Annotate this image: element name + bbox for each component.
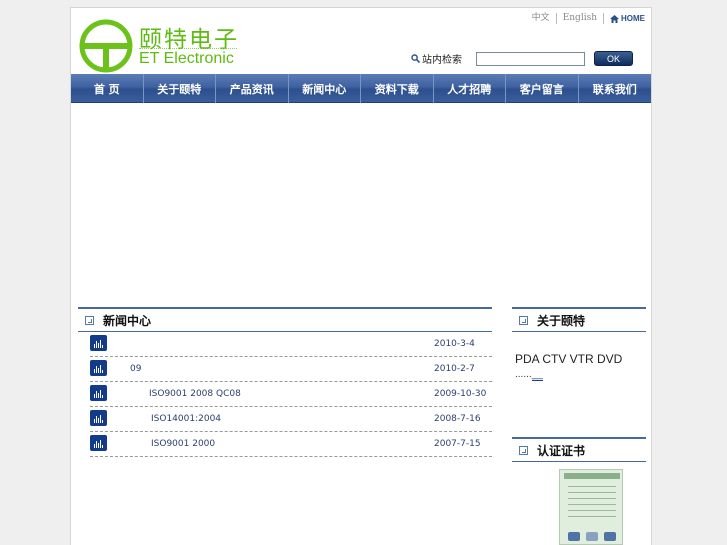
list-item[interactable]: ISO9001 2008 QC08 2009-10-30 <box>90 382 492 407</box>
section-box-icon <box>519 315 528 325</box>
news-bullet-icon <box>90 360 107 376</box>
nav-item-jobs[interactable]: 人才招聘 <box>434 74 506 103</box>
page: 颐特电子 ET Electronic 中文 English HOME 站内检索 … <box>70 7 652 545</box>
language-bar: 中文 English HOME <box>526 13 645 24</box>
cert-section: 认证证书 <box>512 437 646 545</box>
list-item[interactable]: 09 2010-2-7 <box>90 357 492 382</box>
logo-english-text: ET Electronic <box>139 50 234 67</box>
about-title: 关于颐特 <box>537 313 586 328</box>
news-item-title[interactable]: ISO9001 2008 QC08 <box>149 389 241 399</box>
news-title: 新闻中心 <box>103 313 152 328</box>
section-box-icon <box>519 445 528 455</box>
about-body: PDA CTV VTR DVD ......__ <box>512 332 646 382</box>
house-icon <box>610 14 619 23</box>
search-input[interactable] <box>476 51 585 66</box>
home-link[interactable]: HOME <box>604 14 645 23</box>
news-item-title[interactable]: 09 <box>130 364 141 374</box>
about-text: PDA CTV VTR DVD <box>515 352 623 366</box>
about-section: 关于颐特 PDA CTV VTR DVD ......__ <box>512 307 646 382</box>
lang-english-link[interactable]: English <box>557 13 604 24</box>
news-bullet-icon <box>90 435 107 451</box>
about-more: ......__ <box>515 367 646 382</box>
seal-icon <box>586 532 598 541</box>
main-nav: 首 页 关于颐特 产品资讯 新闻中心 资料下载 人才招聘 客户留言 联系我们 <box>71 74 651 103</box>
news-item-date: 2010-3-4 <box>434 339 475 349</box>
search-ok-button[interactable]: OK <box>594 51 633 66</box>
nav-item-downloads[interactable]: 资料下载 <box>361 74 434 103</box>
news-bullet-icon <box>90 410 107 426</box>
news-item-date: 2009-10-30 <box>434 389 487 399</box>
list-item[interactable]: ISO14001:2004 2008-7-16 <box>90 407 492 432</box>
nav-item-home[interactable]: 首 页 <box>71 74 144 103</box>
news-section: 新闻中心 2010-3-4 09 2010-2-7 ISO9001 2008 Q… <box>78 307 492 457</box>
news-item-date: 2008-7-16 <box>434 414 481 424</box>
et-logo-icon <box>79 19 133 73</box>
seal-icon <box>568 532 580 541</box>
nav-item-news[interactable]: 新闻中心 <box>289 74 361 103</box>
logo-divider <box>139 48 237 49</box>
logo[interactable]: 颐特电子 ET Electronic <box>79 18 239 74</box>
certificate-image[interactable] <box>559 469 623 545</box>
lang-chinese-link[interactable]: 中文 <box>526 13 557 24</box>
news-header: 新闻中心 <box>78 307 492 332</box>
home-label: HOME <box>621 14 645 23</box>
news-item-date: 2007-7-15 <box>434 439 481 449</box>
magnifier-icon <box>411 54 420 63</box>
search-label: 站内检索 <box>422 55 462 66</box>
section-box-icon <box>85 315 94 325</box>
list-item[interactable]: ISO9001 2000 2007-7-15 <box>90 432 492 457</box>
news-list: 2010-3-4 09 2010-2-7 ISO9001 2008 QC08 2… <box>90 332 492 457</box>
news-bullet-icon <box>90 335 107 351</box>
list-item[interactable]: 2010-3-4 <box>90 332 492 357</box>
news-item-title[interactable]: ISO9001 2000 <box>151 439 215 449</box>
about-more-prefix: ...... <box>515 369 532 380</box>
seal-icon <box>604 532 616 541</box>
nav-item-contact[interactable]: 联系我们 <box>579 74 652 103</box>
cert-header: 认证证书 <box>512 437 646 462</box>
cert-title: 认证证书 <box>537 443 586 458</box>
news-bullet-icon <box>90 385 107 401</box>
news-item-date: 2010-2-7 <box>434 364 475 374</box>
news-item-title[interactable]: ISO14001:2004 <box>151 414 221 424</box>
about-more-link[interactable]: __ <box>531 369 543 381</box>
nav-item-feedback[interactable]: 客户留言 <box>506 74 579 103</box>
nav-item-about[interactable]: 关于颐特 <box>144 74 216 103</box>
nav-item-products[interactable]: 产品资讯 <box>216 74 289 103</box>
search-bar: 站内检索 OK <box>411 51 633 66</box>
about-header: 关于颐特 <box>512 307 646 332</box>
